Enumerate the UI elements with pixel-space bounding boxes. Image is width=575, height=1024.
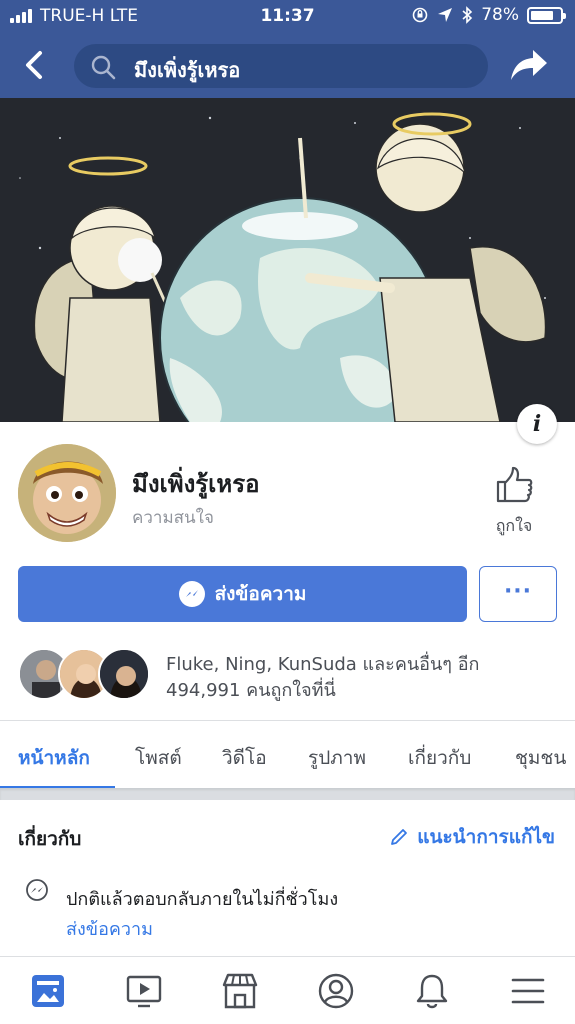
thumbs-up-icon [496, 466, 533, 503]
avatar-image [18, 444, 116, 542]
search-bar[interactable]: มึงเพิ่งรู้เหรอ [74, 44, 488, 88]
orientation-lock-icon [412, 7, 428, 23]
more-button[interactable]: ··· [479, 566, 557, 622]
page-category: ความสนใจ [132, 508, 214, 528]
chevron-left-icon [26, 51, 42, 79]
about-title: เกี่ยวกับ [18, 828, 82, 850]
send-message-label: ส่งข้อความ [214, 583, 307, 605]
bottom-tab-bar [0, 956, 575, 1024]
cover-illustration [0, 98, 575, 422]
pencil-icon [391, 829, 408, 845]
profile-icon[interactable] [316, 971, 356, 1011]
battery-fill [531, 10, 553, 20]
status-bar: TRUE-H LTE 11:37 78% [0, 0, 575, 32]
send-message-button[interactable]: ส่งข้อความ [18, 566, 467, 622]
like-label: ถูกใจ [495, 516, 533, 535]
friends-like-text[interactable]: Fluke, Ning, KunSuda และคนอื่นๆ อีก 494,… [166, 652, 556, 704]
about-section: เกี่ยวกับ แนะนำการแก้ไข ปกติแล้วตอบกลับภ… [0, 800, 575, 956]
notifications-icon[interactable] [412, 971, 452, 1011]
send-message-link[interactable]: ส่งข้อความ [66, 914, 153, 943]
suggest-edit-link[interactable]: แนะนำการแก้ไข [389, 822, 555, 852]
tab-community[interactable]: ชุมชน [515, 743, 566, 773]
tab-home[interactable]: หน้าหลัก [18, 743, 90, 773]
battery-percent: 78% [481, 5, 519, 25]
response-time-text: ปกติแล้วตอบกลับภายในไม่กี่ชั่วโมง [66, 889, 339, 910]
share-arrow-icon [511, 50, 547, 80]
search-icon [91, 55, 116, 80]
bluetooth-icon [462, 6, 473, 24]
location-arrow-icon [438, 8, 453, 22]
section-divider [0, 788, 575, 800]
page-name: มึงเพิ่งรู้เหรอ [132, 470, 260, 498]
tab-videos[interactable]: วิดีโอ [222, 743, 267, 773]
friend-avatar [98, 648, 150, 700]
news-feed-icon[interactable] [28, 971, 68, 1011]
marketplace-icon[interactable] [220, 971, 260, 1011]
status-right: 78% [411, 5, 566, 25]
page-tabs: หน้าหลัก โพสต์ วิดีโอ รูปภาพ เกี่ยวกับ ช… [0, 720, 575, 789]
friend-avatars[interactable] [18, 648, 150, 700]
battery-icon [527, 6, 566, 24]
messenger-icon [178, 581, 205, 607]
tab-photos[interactable]: รูปภาพ [308, 743, 366, 773]
messenger-outline-icon [26, 879, 48, 901]
tab-about[interactable]: เกี่ยวกับ [408, 743, 471, 773]
suggest-edit-label: แนะนำการแก้ไข [417, 826, 555, 848]
share-button[interactable] [509, 46, 549, 84]
cover-photo[interactable] [0, 98, 575, 422]
tab-posts[interactable]: โพสต์ [135, 743, 182, 773]
like-button[interactable]: ถูกใจ [486, 466, 542, 539]
page-header: มึงเพิ่งรู้เหรอ ความสนใจ ถูกใจ ส่งข้อควา… [0, 422, 575, 722]
top-header: TRUE-H LTE 11:37 78% มึงเพิ่งรู้เหรอ [0, 0, 575, 98]
back-button[interactable] [20, 48, 50, 82]
search-text: มึงเพิ่งรู้เหรอ [134, 58, 241, 82]
menu-icon[interactable] [508, 971, 548, 1011]
page-avatar[interactable] [18, 444, 116, 542]
watch-video-icon[interactable] [124, 971, 164, 1011]
info-button[interactable]: i [517, 404, 557, 444]
